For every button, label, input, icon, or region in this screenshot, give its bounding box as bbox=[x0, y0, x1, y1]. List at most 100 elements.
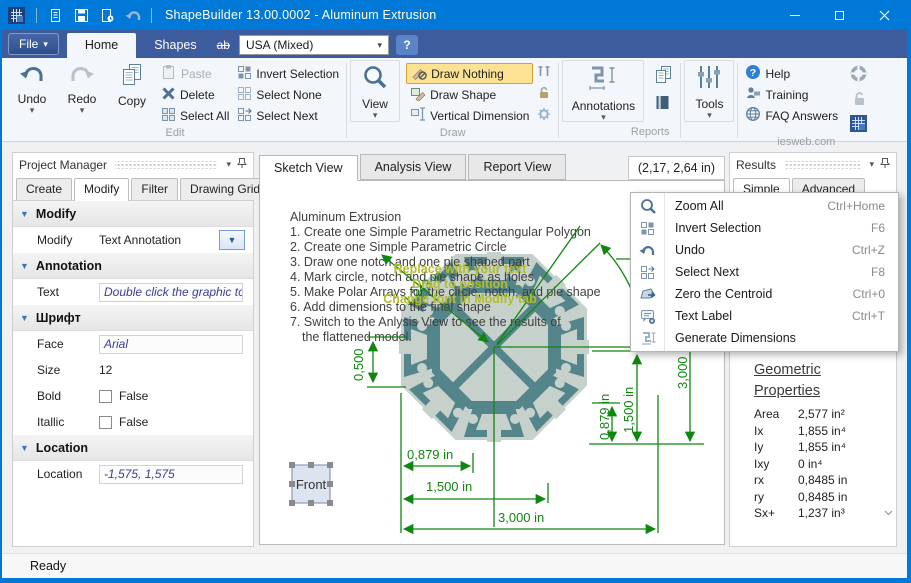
section-annotation[interactable]: ▼ Annotation bbox=[13, 253, 253, 279]
lock-icon[interactable] bbox=[537, 86, 551, 102]
vertical-dimension-button[interactable]: Vertical Dimension bbox=[406, 105, 533, 126]
location-input[interactable]: -1,575, 1,575 bbox=[99, 465, 243, 484]
paste-label: Paste bbox=[181, 67, 212, 81]
menu-item-undo[interactable]: Undo Ctrl+Z bbox=[631, 239, 898, 261]
view-button[interactable]: View ▾ bbox=[350, 60, 400, 122]
unlock-icon[interactable] bbox=[850, 91, 867, 109]
column-bars-icon[interactable] bbox=[537, 65, 551, 81]
italic-checkbox[interactable] bbox=[99, 416, 112, 429]
app-logo-icon bbox=[8, 7, 25, 24]
units-dropdown[interactable]: USA (Mixed) ▾ bbox=[239, 35, 389, 55]
training-button[interactable]: Training bbox=[741, 84, 842, 105]
pm-tab-drawing-grid[interactable]: Drawing Grid bbox=[180, 178, 270, 200]
select-none-button[interactable]: Select None bbox=[233, 84, 343, 105]
italic-label: Itallic bbox=[37, 415, 99, 429]
scroll-down-chevron[interactable] bbox=[884, 508, 893, 519]
menu-item-zero-centroid[interactable]: Zero the Centroid Ctrl+0 bbox=[631, 283, 898, 305]
select-next-button[interactable]: Select Next bbox=[233, 105, 343, 126]
svg-text:1,500 in: 1,500 in bbox=[426, 479, 472, 494]
section-font[interactable]: ▼ Шрифт bbox=[13, 305, 253, 331]
bold-checkbox[interactable] bbox=[99, 390, 112, 403]
tab-sketch-view[interactable]: Sketch View bbox=[259, 155, 358, 181]
modify-dropdown-button[interactable]: ▼ bbox=[219, 230, 245, 250]
menu-item-generate-dimensions[interactable]: Generate Dimensions bbox=[631, 327, 898, 349]
save-icon[interactable] bbox=[68, 2, 94, 28]
pm-tab-create[interactable]: Create bbox=[16, 178, 72, 200]
undo-label: Undo bbox=[18, 92, 47, 106]
collapse-triangle-icon: ▼ bbox=[20, 261, 29, 271]
annotations-button[interactable]: Annotations ▾ bbox=[562, 60, 644, 122]
result-label: Sx- bbox=[754, 523, 798, 525]
section-font-label: Шрифт bbox=[36, 311, 81, 325]
faq-answers-button[interactable]: FAQ Answers bbox=[741, 105, 842, 126]
delete-button[interactable]: Delete bbox=[157, 84, 233, 105]
units-toggle-icon[interactable]: ab bbox=[215, 38, 232, 52]
paste-button[interactable]: Paste bbox=[157, 63, 233, 84]
menu-item-select-next[interactable]: Select Next F8 bbox=[631, 261, 898, 283]
lifesaver-icon[interactable] bbox=[850, 65, 867, 85]
draw-shape-icon bbox=[410, 85, 426, 104]
section-location-label: Location bbox=[36, 441, 88, 455]
size-value[interactable]: 12 bbox=[99, 363, 112, 377]
svg-text:Replace with your text: Replace with your text bbox=[394, 262, 528, 276]
report-book-icon[interactable] bbox=[654, 94, 673, 114]
maximize-button[interactable] bbox=[817, 0, 862, 30]
select-all-button[interactable]: Select All bbox=[157, 105, 233, 126]
group-label-tools bbox=[684, 125, 734, 141]
help-button[interactable]: ? Help bbox=[741, 63, 842, 84]
pm-tab-modify[interactable]: Modify bbox=[74, 178, 129, 201]
menu-item-shortcut: Ctrl+Z bbox=[852, 243, 898, 257]
draw-shape-button[interactable]: Draw Shape bbox=[406, 84, 533, 105]
select-all-label: Select All bbox=[180, 109, 229, 123]
undo-quick-icon[interactable] bbox=[120, 2, 146, 28]
drag-handle[interactable] bbox=[115, 161, 218, 169]
generate-dimensions-icon bbox=[631, 331, 664, 346]
ribbon-help-button[interactable]: ? bbox=[396, 35, 418, 55]
menu-item-invert-selection[interactable]: Invert Selection F6 bbox=[631, 217, 898, 239]
file-menu-button[interactable]: File ▾ bbox=[8, 33, 59, 55]
tab-home[interactable]: Home bbox=[67, 33, 136, 58]
tab-report-view[interactable]: Report View bbox=[468, 154, 566, 180]
section-modify[interactable]: ▼ Modify bbox=[13, 201, 253, 227]
chevron-down-icon[interactable]: ▾ bbox=[226, 159, 231, 170]
menu-item-label: Zoom All bbox=[664, 199, 827, 213]
undo-button[interactable]: Undo ▾ bbox=[7, 60, 57, 114]
select-next-grid-icon bbox=[631, 265, 664, 280]
svg-text:1,500 in: 1,500 in bbox=[621, 387, 636, 433]
tab-shapes[interactable]: Shapes bbox=[136, 33, 214, 58]
text-field-input[interactable]: Double click the graphic to bbox=[99, 283, 243, 302]
new-document-icon[interactable] bbox=[42, 2, 68, 28]
help-icon: ? bbox=[745, 64, 761, 83]
geometric-properties-heading[interactable]: Geometric Properties bbox=[754, 360, 846, 402]
ies-logo-icon[interactable] bbox=[850, 115, 867, 135]
open-recent-icon[interactable] bbox=[94, 2, 120, 28]
chevron-down-icon: ▾ bbox=[373, 111, 378, 119]
drag-handle[interactable] bbox=[784, 161, 861, 169]
pin-icon[interactable] bbox=[237, 157, 247, 172]
close-button[interactable] bbox=[862, 0, 907, 30]
redo-button[interactable]: Redo ▾ bbox=[57, 60, 107, 114]
ribbon-group-tools: Tools ▾ bbox=[681, 60, 737, 141]
ribbon-group-reports: Annotations ▾ Reports bbox=[559, 60, 680, 141]
menu-item-zoom-all[interactable]: Zoom All Ctrl+Home bbox=[631, 195, 898, 217]
chevron-down-icon[interactable]: ▾ bbox=[869, 159, 874, 170]
ribbon: Undo ▾ Redo ▾ Copy Paste bbox=[2, 58, 907, 142]
invert-selection-button[interactable]: Invert Selection bbox=[233, 63, 343, 84]
minimize-button[interactable] bbox=[772, 0, 817, 30]
tab-analysis-view[interactable]: Analysis View bbox=[360, 154, 467, 180]
draw-nothing-button[interactable]: Draw Nothing bbox=[406, 63, 533, 84]
pm-tab-filter[interactable]: Filter bbox=[131, 178, 178, 200]
menu-item-label: Invert Selection bbox=[664, 221, 871, 235]
view-cube-front[interactable]: Front bbox=[289, 462, 333, 506]
copy-button[interactable]: Copy bbox=[107, 60, 157, 108]
copy-report-icon[interactable] bbox=[654, 65, 673, 87]
menu-item-text-label[interactable]: Text Label Ctrl+T bbox=[631, 305, 898, 327]
tools-sliders-icon bbox=[696, 64, 722, 95]
tools-button[interactable]: Tools ▾ bbox=[684, 60, 734, 122]
draw-nothing-icon bbox=[411, 64, 427, 83]
section-location[interactable]: ▼ Location bbox=[13, 435, 253, 461]
pin-icon[interactable] bbox=[880, 157, 890, 172]
paste-icon bbox=[161, 64, 177, 83]
gear-icon[interactable] bbox=[537, 107, 551, 124]
face-input[interactable]: Arial bbox=[99, 335, 243, 354]
